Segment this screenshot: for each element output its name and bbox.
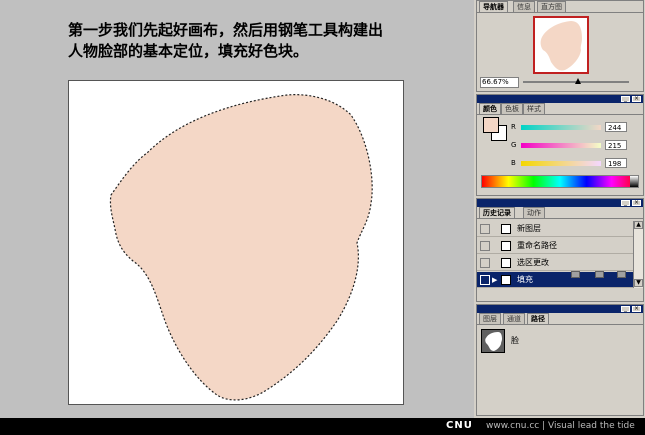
zoom-slider-knob[interactable]	[575, 78, 581, 84]
tab-histogram[interactable]: 直方图	[537, 1, 566, 12]
paths-panel-titlebar: _ ×	[477, 305, 643, 313]
history-item-label: 选区更改	[517, 258, 549, 267]
history-item-label: 填充	[517, 275, 533, 284]
close-icon[interactable]: ×	[632, 306, 641, 312]
path-thumbnail[interactable]	[481, 329, 505, 353]
close-icon[interactable]: ×	[632, 96, 641, 102]
channel-label-b: B	[511, 159, 516, 167]
navigator-panel: 导航器 信息 直方图 66.67%	[476, 0, 644, 92]
camera-snapshot-icon[interactable]	[595, 271, 604, 278]
scroll-down-icon[interactable]: ▼	[634, 279, 643, 287]
green-slider[interactable]	[521, 143, 601, 148]
path-name[interactable]: 脸	[511, 335, 519, 346]
new-document-from-state-icon[interactable]	[571, 271, 580, 278]
history-item-label: 重命名路径	[517, 241, 557, 250]
history-state-arrow-icon: ▶	[492, 276, 498, 284]
tab-navigator[interactable]: 导航器	[479, 1, 508, 12]
document-canvas[interactable]	[68, 80, 404, 405]
navigator-thumbnail[interactable]	[533, 16, 589, 74]
color-tabs: 颜色 色板 样式	[477, 103, 643, 115]
history-snapshot-checkbox[interactable]	[480, 275, 490, 285]
history-snapshot-checkbox[interactable]	[480, 241, 490, 251]
tab-info[interactable]: 信息	[513, 1, 535, 12]
close-icon[interactable]: ×	[632, 200, 641, 206]
color-spectrum-bar[interactable]	[481, 175, 639, 188]
red-slider[interactable]	[521, 125, 601, 130]
paths-tabs: 图层 通道 路径	[477, 313, 643, 325]
trash-icon[interactable]	[617, 271, 626, 278]
blue-value-field[interactable]: 198	[605, 158, 627, 168]
face-shape	[109, 94, 373, 401]
blue-slider[interactable]	[521, 161, 601, 166]
history-item[interactable]: 新图层	[477, 221, 633, 237]
history-item[interactable]: 重命名路径	[477, 238, 633, 254]
tab-color[interactable]: 颜色	[479, 103, 501, 114]
zoom-level-field[interactable]: 66.67%	[480, 77, 519, 88]
brand-logo: CNU	[446, 420, 473, 431]
red-value-field[interactable]: 244	[605, 122, 627, 132]
face-selection-path	[109, 94, 373, 401]
tab-actions[interactable]: 动作	[523, 207, 545, 218]
color-panel-titlebar: _ ×	[477, 95, 643, 103]
instruction-text: 第一步我们先起好画布，然后用钢笔工具构建出 人物脸部的基本定位，填充好色块。	[68, 20, 468, 62]
history-item[interactable]: 选区更改	[477, 255, 633, 271]
history-tabs: 历史记录 动作	[477, 207, 643, 219]
channel-label-g: G	[511, 141, 517, 149]
paths-panel: _ × 图层 通道 路径 脸	[476, 304, 644, 416]
minimize-icon[interactable]: _	[621, 96, 630, 102]
history-step-icon	[501, 241, 511, 251]
scroll-up-icon[interactable]: ▲	[634, 221, 643, 229]
history-panel: _ × 历史记录 动作 新图层 重命名路径 选区更改 ▶ 填充 ▲ ▼	[476, 198, 644, 302]
history-snapshot-checkbox[interactable]	[480, 224, 490, 234]
tab-swatches[interactable]: 色板	[501, 103, 523, 114]
tab-channels[interactable]: 通道	[503, 313, 525, 324]
minimize-icon[interactable]: _	[621, 200, 630, 206]
history-item-label: 新图层	[517, 224, 541, 233]
footer-bar: CNU www.cnu.cc | Visual lead the tide	[0, 418, 645, 435]
footer-tagline: www.cnu.cc | Visual lead the tide	[486, 421, 635, 431]
color-panel: _ × 颜色 色板 样式 R 244 G 215 B 198	[476, 94, 644, 196]
tab-styles[interactable]: 样式	[523, 103, 545, 114]
navigator-tabs: 导航器 信息 直方图	[477, 1, 643, 13]
channel-label-r: R	[511, 123, 516, 131]
history-step-icon	[501, 275, 511, 285]
green-value-field[interactable]: 215	[605, 140, 627, 150]
history-step-icon	[501, 258, 511, 268]
history-step-icon	[501, 224, 511, 234]
history-scrollbar[interactable]: ▲ ▼	[633, 221, 643, 288]
instruction-line-2: 人物脸部的基本定位，填充好色块。	[68, 42, 309, 60]
history-panel-titlebar: _ ×	[477, 199, 643, 207]
tab-history[interactable]: 历史记录	[479, 207, 515, 218]
history-item-active[interactable]: ▶ 填充	[477, 272, 633, 288]
tab-layers[interactable]: 图层	[479, 313, 501, 324]
history-snapshot-checkbox[interactable]	[480, 258, 490, 268]
tab-paths[interactable]: 路径	[527, 313, 549, 324]
instruction-line-1: 第一步我们先起好画布，然后用钢笔工具构建出	[68, 21, 384, 39]
minimize-icon[interactable]: _	[621, 306, 630, 312]
foreground-color-swatch[interactable]	[483, 117, 499, 133]
